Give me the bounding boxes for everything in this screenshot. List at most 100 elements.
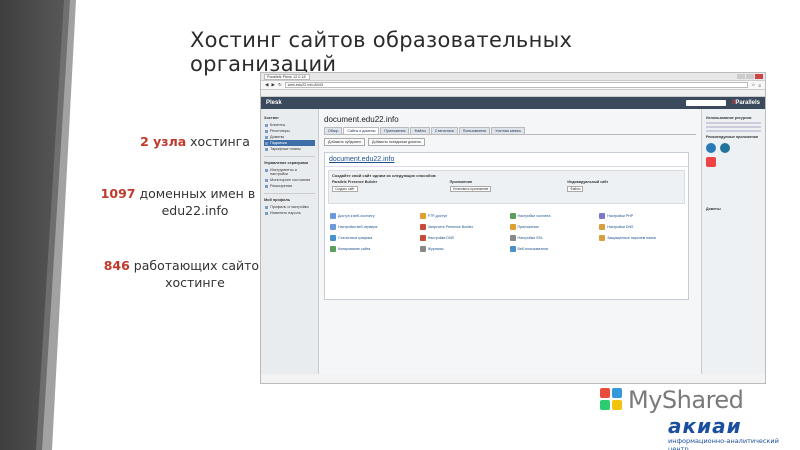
sidebar-item-tools[interactable]: Инструменты и настройки [264,167,315,177]
browser-tab[interactable]: Parallels Plesk 12.0.18 [264,73,310,80]
install-app-button[interactable]: Установить приложение [449,186,492,192]
maximize-icon[interactable] [746,74,754,79]
tab-apps[interactable]: Приложения [380,127,410,134]
icon-link[interactable]: Настройки хостинга [509,213,594,219]
icon-link[interactable]: Журналы [419,246,504,252]
sidebar-item-password[interactable]: Изменить пароль [264,210,315,216]
icon-link[interactable]: Запустить Presence Builder [419,224,504,230]
akiai-logo: акиаи [668,414,742,438]
stat-number: 846 [103,258,130,273]
icon-link[interactable]: Статистика трафика [330,235,414,241]
sidebar-item-plans[interactable]: Тарифные планы [264,146,315,152]
back-icon[interactable]: ◀ [265,82,268,88]
domain-card: document.edu22.info Создайте свой сайт о… [324,152,689,300]
files-button[interactable]: Файлы [567,186,584,192]
icon-link[interactable]: Приложения [509,224,594,230]
plesk-search-input[interactable] [685,100,726,106]
ssl-icon [509,235,516,241]
joomla-icon [706,157,716,167]
builder-options: Parallels Presence Builder Создать сайт П… [329,180,684,192]
sidebar-section: Хостинг [264,116,279,120]
slide: Хостинг сайтов образовательных организац… [0,0,800,450]
window-controls [737,74,765,79]
divider [264,193,315,194]
usage-bar [706,130,761,132]
usage-title: Использование ресурсов [706,116,752,120]
wordpress-icon [720,143,730,153]
webserver-icon [330,224,336,230]
dns-icon [599,224,606,230]
builder-icon [419,224,426,230]
builder-option: Индивидуальный сайт Файлы [567,180,609,192]
star-icon[interactable]: ☆ [751,82,755,88]
close-icon[interactable] [755,74,763,79]
ftp-icon [419,213,426,219]
builder-option: Приложения Установить приложение [449,180,564,192]
myshared-logo: MyShared [600,385,800,415]
stat-number: 1097 [100,186,136,201]
drupal-icon [706,143,716,153]
icon-link[interactable]: Настройки веб-сервера [330,224,414,230]
logs-icon [419,246,426,252]
myshared-icon [600,388,624,412]
tab-overview[interactable]: Обзор [324,127,343,134]
sidebar-section: Мой профиль [264,198,291,202]
menu-icon[interactable]: ≡ [758,83,761,88]
parallels-logo: //Parallels [731,100,760,106]
akiai-subtitle: информационно-аналитический центр [668,437,779,450]
sidebar-section: Управление серверами [264,161,309,165]
usage-bar [706,122,761,124]
builder-option: Parallels Presence Builder Создать сайт [332,180,378,192]
plesk-screenshot: Parallels Plesk 12.0.18 ◀ ▶ ↻ web.edu22.… [260,72,766,384]
plesk-logo: Plesk [266,100,282,106]
tab-files[interactable]: Файлы [410,127,430,134]
address-bar[interactable]: web.edu22.info:8443 [284,82,749,88]
icon-link[interactable]: FTP-доступ [419,213,504,219]
stat-number: 2 узла [140,134,187,149]
icon-link[interactable]: Настройки DNS [599,224,683,230]
sidebar-item-extensions[interactable]: Расширения [264,183,315,189]
domain-name-link[interactable]: document.edu22.info [329,156,684,163]
myshared-text: MyShared [628,386,744,414]
plesk-header: Plesk //Parallels [261,97,765,109]
apps-icon [509,224,516,230]
apps-icons [706,143,761,153]
icon-link[interactable]: Настройки SSL [509,235,594,241]
domains-title: Домены [706,207,721,211]
icon-link[interactable]: Настройки PHP [599,213,683,219]
plesk-tabs: Обзор Сайты и домены Приложения Файлы Ст… [324,127,696,135]
icon-link[interactable]: Веб-пользователи [509,246,594,252]
php-icon [599,213,606,219]
tab-stats[interactable]: Статистика [430,127,458,134]
page-title: document.edu22.info [324,115,399,124]
add-subdomain-button[interactable]: Добавить субдомен [324,138,365,146]
action-buttons: Добавить субдомен Добавить псевдоним дом… [324,138,696,146]
domain-header: document.edu22.info [325,153,688,167]
slide-title: Хостинг сайтов образовательных организац… [190,28,573,76]
forward-icon[interactable]: ▶ [271,82,274,88]
minimize-icon[interactable] [737,74,745,79]
site-builder-panel: Создайте свой сайт одним из следующих сп… [328,170,685,204]
icon-link[interactable]: Копирование сайта [330,246,414,252]
plesk-sidebar: Хостинг Клиенты Реселлеры Домены Подписк… [261,109,319,374]
apps-title: Рекомендуемые приложения [706,135,758,139]
tab-account[interactable]: Учетная запись [491,127,526,134]
icon-link[interactable]: Доступ к веб-хостингу [330,213,414,219]
browser-toolbar: ◀ ▶ ↻ web.edu22.info:8443 ☆ ≡ [261,81,765,90]
web-users-icon [509,246,516,252]
add-alias-button[interactable]: Добавить псевдоним домена [367,138,425,146]
tab-sites-domains[interactable]: Сайты и домены [343,127,380,134]
icon-link[interactable]: Защищенные паролем папки [599,235,683,241]
hosting-settings-icon [509,213,516,219]
divider [264,156,315,157]
browser-tabbar: Parallels Plesk 12.0.18 [261,73,765,81]
bookmarks-bar [261,90,765,97]
tab-users[interactable]: Пользователи [458,127,491,134]
stat-text: хостинга [186,134,250,149]
icon-link[interactable]: Настройки DNS [419,235,504,241]
reload-icon[interactable]: ↻ [278,82,282,88]
create-site-button[interactable]: Создать сайт [332,186,358,192]
plesk-right-panel: Использование ресурсов Рекомендуемые при… [701,109,765,374]
copy-icon [330,246,336,252]
stats-icon [330,235,336,241]
